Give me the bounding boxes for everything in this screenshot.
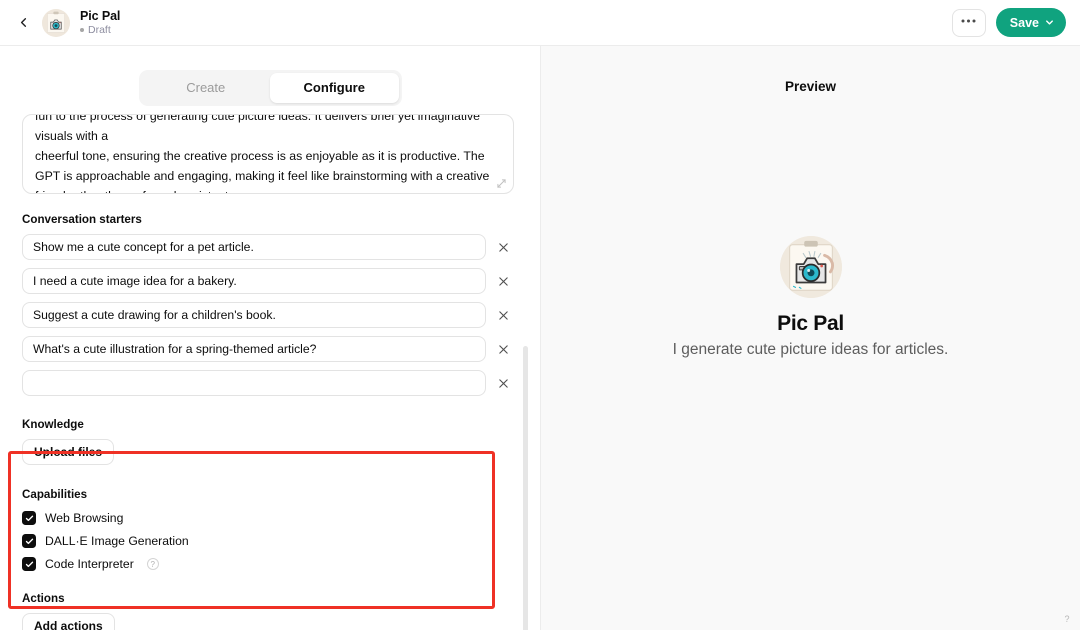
top-bar-actions: Save xyxy=(951,8,1066,37)
save-button[interactable]: Save xyxy=(995,8,1066,37)
check-icon xyxy=(25,538,33,544)
close-icon xyxy=(498,242,508,252)
add-actions-button[interactable]: Add actions xyxy=(22,613,115,630)
resize-handle-icon[interactable] xyxy=(497,179,507,189)
remove-starter-button[interactable] xyxy=(492,372,514,394)
configure-pane: Create Configure fun to the process of g… xyxy=(0,46,541,630)
description-textarea[interactable]: fun to the process of generating cute pi… xyxy=(22,114,514,194)
camera-sketch-icon xyxy=(779,236,842,298)
check-icon xyxy=(25,561,33,567)
capability-row-dalle: DALL·E Image Generation xyxy=(22,534,514,548)
starter-input[interactable]: Suggest a cute drawing for a children's … xyxy=(22,302,486,328)
starter-row-empty xyxy=(22,370,514,396)
status-badge: Draft xyxy=(80,24,120,36)
checkbox-web-browsing[interactable] xyxy=(22,511,36,525)
starter-input[interactable]: Show me a cute concept for a pet article… xyxy=(22,234,486,260)
preview-pane: Preview Pic Pal I generate cute picture … xyxy=(541,46,1080,630)
capability-row-web-browsing: Web Browsing xyxy=(22,511,514,525)
configure-form-scroll: fun to the process of generating cute pi… xyxy=(0,114,540,630)
top-bar: Pic Pal Draft Save xyxy=(0,0,1080,46)
description-text: cheerful tone, ensuring the creative pro… xyxy=(35,149,490,193)
checkbox-dalle-image-generation[interactable] xyxy=(22,534,36,548)
upload-files-button[interactable]: Upload files xyxy=(22,439,115,465)
close-icon xyxy=(498,344,508,354)
preview-avatar xyxy=(779,236,842,298)
save-button-label: Save xyxy=(1009,15,1039,30)
close-icon xyxy=(498,276,508,286)
tab-bar: Create Configure xyxy=(0,46,540,106)
expand-icon xyxy=(497,179,506,188)
close-icon xyxy=(498,310,508,320)
starter-row: Suggest a cute drawing for a children's … xyxy=(22,302,514,328)
help-button[interactable]: ? xyxy=(1061,613,1073,625)
capabilities-label: Capabilities xyxy=(22,488,88,501)
starter-row: What's a cute illustration for a spring-… xyxy=(22,336,514,362)
tab-configure[interactable]: Configure xyxy=(270,73,399,103)
gpt-builder-window: Pic Pal Draft Save Create Configure fun … xyxy=(0,0,1080,630)
conversation-starters-label: Conversation starters xyxy=(22,213,142,226)
back-button[interactable] xyxy=(8,8,38,38)
body-split: Create Configure fun to the process of g… xyxy=(0,46,1080,630)
preview-hero: Pic Pal I generate cute picture ideas fo… xyxy=(541,236,1080,359)
status-dot-icon xyxy=(80,28,84,33)
remove-starter-button[interactable] xyxy=(492,236,514,258)
page-title: Pic Pal xyxy=(80,8,121,23)
description-clipped-line: fun to the process of generating cute pi… xyxy=(35,114,480,144)
preview-gpt-name: Pic Pal xyxy=(777,312,844,335)
avatar xyxy=(42,8,70,37)
remove-starter-button[interactable] xyxy=(492,270,514,292)
starter-row: Show me a cute concept for a pet article… xyxy=(22,234,514,260)
chevron-left-icon xyxy=(20,18,26,27)
knowledge-label: Knowledge xyxy=(22,418,84,431)
info-icon[interactable]: ? xyxy=(146,558,159,570)
preview-title: Preview xyxy=(784,79,837,94)
starter-input[interactable] xyxy=(22,370,486,396)
starter-input[interactable]: What's a cute illustration for a spring-… xyxy=(22,336,486,362)
starter-input[interactable]: I need a cute image idea for a bakery. xyxy=(22,268,486,294)
remove-starter-button[interactable] xyxy=(492,304,514,326)
more-options-button[interactable] xyxy=(951,8,986,37)
camera-sketch-icon xyxy=(42,8,70,37)
configure-scrollbar[interactable] xyxy=(523,346,528,630)
chevron-down-icon xyxy=(1046,20,1053,25)
capability-row-code-interpreter: Code Interpreter ? xyxy=(22,557,514,571)
close-icon xyxy=(498,378,508,388)
check-icon xyxy=(25,515,33,521)
gpt-title-block: Pic Pal Draft xyxy=(80,9,120,36)
checkbox-code-interpreter[interactable] xyxy=(22,557,36,571)
ellipsis-icon xyxy=(961,19,976,22)
tab-group: Create Configure xyxy=(138,70,402,106)
remove-starter-button[interactable] xyxy=(492,338,514,360)
tab-create[interactable]: Create xyxy=(142,73,271,103)
status-label: Draft xyxy=(88,24,111,37)
capability-label: Code Interpreter xyxy=(45,557,134,571)
actions-label: Actions xyxy=(22,592,65,605)
preview-gpt-description: I generate cute picture ideas for articl… xyxy=(672,341,949,358)
starter-row: I need a cute image idea for a bakery. xyxy=(22,268,514,294)
capability-label: DALL·E Image Generation xyxy=(45,534,189,548)
capability-label: Web Browsing xyxy=(45,511,124,525)
